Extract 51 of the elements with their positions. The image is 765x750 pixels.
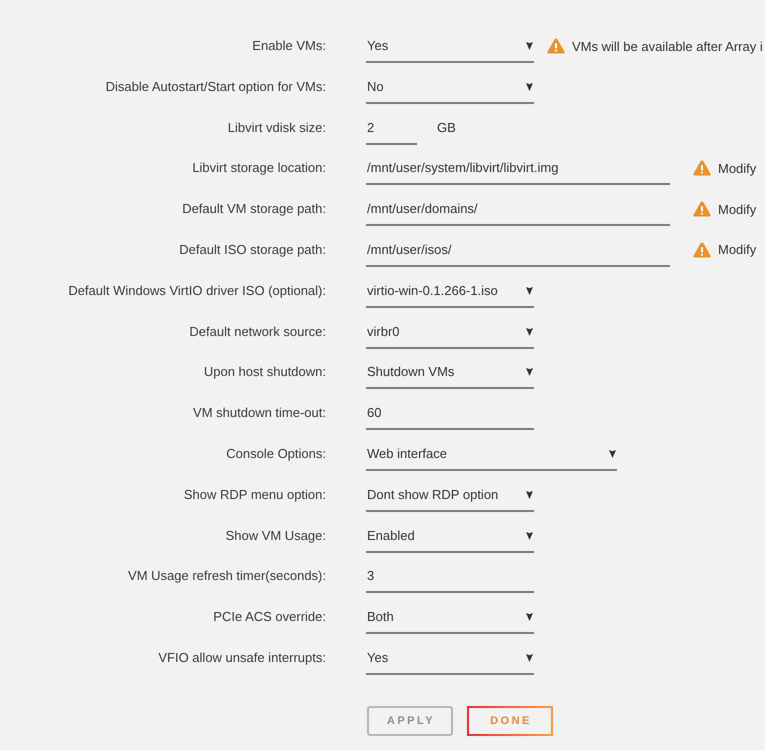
setting-label: Default network source: [189, 322, 326, 341]
setting-label: PCIe ACS override: [213, 608, 326, 626]
dropdown[interactable]: virtio-win-0.1.266-1.iso [366, 276, 534, 308]
input-field[interactable]: /mnt/user/system/libvirt/libvirt.img [366, 153, 670, 186]
setting-label: VM shutdown time-out: [193, 404, 326, 422]
warning-icon [547, 38, 565, 54]
dropdown[interactable]: No [366, 72, 534, 104]
input-field[interactable]: 3 [366, 561, 534, 594]
setting-label: Default Windows VirtIO driver ISO (optional): [68, 282, 326, 300]
input-field[interactable]: 2 [366, 112, 417, 145]
dropdown[interactable]: Yes [366, 642, 534, 675]
setting-label: Show RDP menu option: [184, 486, 326, 504]
caret-icon [526, 368, 533, 376]
warning-icon [693, 242, 711, 258]
setting-label: VFIO allow unsafe interrupts: [158, 648, 326, 667]
input-field[interactable]: /mnt/user/domains/ [366, 194, 670, 226]
setting-label: Default ISO storage path: [179, 240, 326, 259]
setting-label: Disable Autostart/Start option for VMs: [106, 78, 326, 96]
dropdown[interactable]: Shutdown VMs [366, 357, 534, 390]
input-field[interactable]: /mnt/user/isos/ [366, 234, 670, 267]
setting-label: Show VM Usage: [226, 526, 326, 545]
dropdown[interactable]: virbr0 [366, 316, 534, 349]
warning-text: Modify [718, 202, 756, 217]
setting-label: Enable VMs: [252, 37, 326, 55]
setting-label: Default VM storage path: [182, 200, 326, 218]
caret-icon [526, 328, 533, 336]
caret-icon [526, 613, 533, 622]
dropdown[interactable]: Yes [366, 31, 534, 63]
setting-label: Console Options: [226, 444, 326, 463]
dropdown[interactable]: Dont show RDP option [366, 480, 534, 512]
caret-icon [609, 450, 616, 458]
dropdown[interactable]: Web interface [366, 438, 617, 471]
caret-icon [526, 532, 533, 540]
dropdown[interactable]: Enabled [366, 520, 534, 553]
caret-icon [526, 42, 533, 50]
caret-icon [526, 490, 533, 499]
warning-icon [693, 201, 711, 218]
warning-text: Modify [718, 160, 756, 176]
warning-icon [693, 160, 711, 176]
setting-label: Libvirt vdisk size: [228, 118, 326, 137]
input-field[interactable]: 60 [366, 398, 534, 430]
unit-label: GB [437, 118, 456, 137]
setting-label: Upon host shutdown: [204, 363, 326, 382]
caret-icon [526, 654, 533, 662]
caret-icon [526, 82, 533, 91]
dropdown[interactable]: Both [366, 602, 534, 634]
warning-text: VMs will be available after Array i [572, 38, 763, 54]
setting-label: Libvirt storage location: [192, 159, 326, 178]
warning-text: Modify [718, 242, 756, 258]
caret-icon [526, 286, 533, 295]
setting-label: VM Usage refresh timer(seconds): [128, 567, 326, 586]
